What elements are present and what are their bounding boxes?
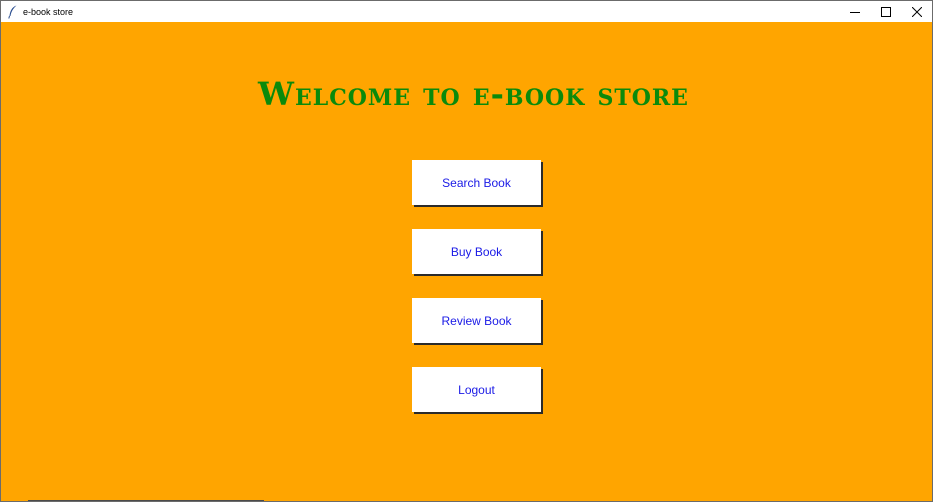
main-content: Welcome to e-book store Search Book Buy …	[1, 22, 932, 501]
page-title: Welcome to e-book store	[258, 75, 689, 113]
maximize-icon[interactable]	[870, 1, 901, 22]
buy-book-button[interactable]: Buy Book	[412, 229, 541, 274]
review-book-button[interactable]: Review Book	[412, 298, 541, 343]
logout-button[interactable]: Logout	[412, 367, 541, 412]
feather-icon	[6, 5, 20, 19]
title-bar[interactable]: e-book store	[1, 1, 932, 22]
window-title: e-book store	[23, 6, 74, 17]
window-controls	[839, 1, 932, 22]
app-window: e-book store Welcome to e-book store Sea…	[0, 0, 933, 502]
close-icon[interactable]	[901, 1, 932, 22]
bottom-divider	[28, 500, 264, 501]
minimize-icon[interactable]	[839, 1, 870, 22]
search-book-button[interactable]: Search Book	[412, 160, 541, 205]
